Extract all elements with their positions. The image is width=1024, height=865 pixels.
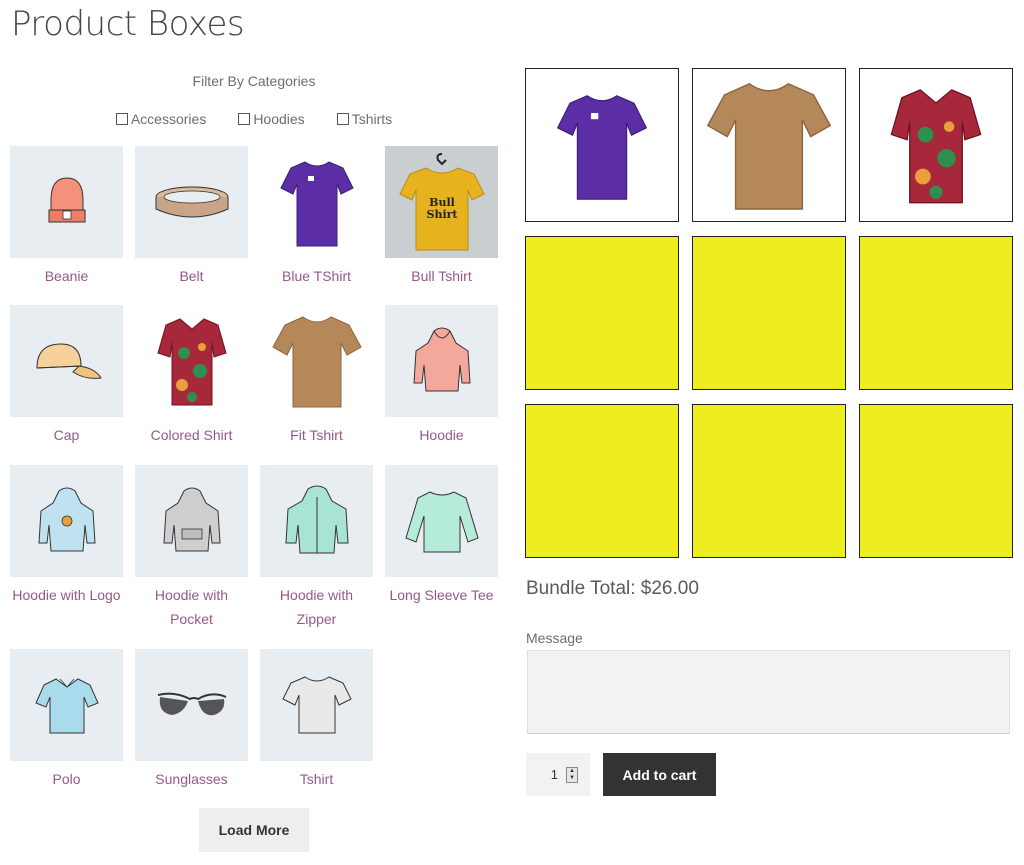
product-card-hoodie-with-pocket[interactable]: Hoodie with Pocket bbox=[135, 465, 248, 631]
box-slot-filled[interactable] bbox=[525, 68, 679, 222]
load-more-button[interactable]: Load More bbox=[199, 808, 309, 852]
quantity-stepper[interactable]: 1 ▲ ▼ bbox=[526, 753, 590, 796]
spin-up-icon[interactable]: ▲ bbox=[567, 768, 577, 775]
product-thumb[interactable] bbox=[260, 305, 373, 417]
product-name[interactable]: Belt bbox=[135, 264, 248, 288]
product-card-hoodie-with-logo[interactable]: Hoodie with Logo bbox=[10, 465, 123, 607]
box-slot-filled[interactable] bbox=[692, 68, 846, 222]
product-card-long-sleeve-tee[interactable]: Long Sleeve Tee bbox=[385, 465, 498, 607]
hoodie-pocket-icon bbox=[162, 487, 221, 552]
tshirt-icon bbox=[281, 676, 352, 734]
product-name[interactable]: Colored Shirt bbox=[135, 423, 248, 447]
product-thumb[interactable] bbox=[260, 146, 373, 258]
box-slot-empty[interactable] bbox=[692, 236, 846, 390]
product-thumb[interactable] bbox=[10, 305, 123, 417]
product-card-hoodie-with-zipper[interactable]: Hoodie with Zipper bbox=[260, 465, 373, 631]
bull-tshirt-image: Bull Shirt bbox=[398, 153, 485, 251]
product-name[interactable]: Beanie bbox=[10, 264, 123, 288]
product-name[interactable]: Hoodie bbox=[385, 423, 498, 447]
product-card-bull-tshirt[interactable]: Bull Shirt Bull Tshirt bbox=[385, 146, 498, 288]
bundle-total: Bundle Total: $26.00 bbox=[526, 578, 699, 599]
message-textarea[interactable] bbox=[527, 650, 1010, 734]
product-card-belt[interactable]: Belt bbox=[135, 146, 248, 288]
checkbox-tshirts[interactable] bbox=[336, 113, 349, 125]
filter-hoodies[interactable]: Hoodies bbox=[238, 111, 305, 127]
product-name[interactable]: Hoodie with Pocket bbox=[135, 583, 248, 631]
product-thumb[interactable] bbox=[385, 465, 498, 577]
box-slot-empty[interactable] bbox=[859, 404, 1013, 558]
sunglasses-icon bbox=[157, 692, 226, 716]
long-sleeve-icon bbox=[404, 491, 479, 553]
category-filter: Accessories Hoodies Tshirts bbox=[10, 111, 498, 127]
product-thumb[interactable]: Bull Shirt bbox=[385, 146, 498, 258]
fit-tshirt-image bbox=[706, 82, 832, 210]
add-to-cart-button[interactable]: Add to cart bbox=[603, 753, 716, 796]
belt-icon bbox=[155, 186, 228, 218]
filter-title: Filter By Categories bbox=[192, 73, 316, 89]
product-card-beanie[interactable]: Beanie bbox=[10, 146, 123, 288]
product-name[interactable]: Polo bbox=[10, 767, 123, 791]
product-name[interactable]: Bull Tshirt bbox=[385, 264, 498, 288]
product-card-polo[interactable]: Polo bbox=[10, 649, 123, 791]
spin-buttons[interactable]: ▲ ▼ bbox=[566, 766, 578, 783]
product-card-hoodie[interactable]: Hoodie bbox=[385, 305, 498, 447]
product-name[interactable]: Long Sleeve Tee bbox=[385, 583, 498, 607]
filter-tshirts-label: Tshirts bbox=[351, 111, 393, 127]
filter-accessories[interactable]: Accessories bbox=[115, 111, 207, 127]
blue-tshirt-image bbox=[556, 95, 648, 200]
spin-down-icon[interactable]: ▼ bbox=[567, 775, 577, 782]
product-name[interactable]: Blue TShirt bbox=[260, 264, 373, 288]
filter-tshirts[interactable]: Tshirts bbox=[336, 111, 393, 127]
product-thumb[interactable] bbox=[260, 649, 373, 761]
product-thumb[interactable] bbox=[10, 649, 123, 761]
product-name[interactable]: Hoodie with Zipper bbox=[260, 583, 373, 631]
hoodie-icon bbox=[412, 327, 471, 392]
product-name[interactable]: Fit Tshirt bbox=[260, 423, 373, 447]
box-slot-empty[interactable] bbox=[525, 404, 679, 558]
product-name[interactable]: Sunglasses bbox=[135, 767, 248, 791]
product-thumb[interactable] bbox=[10, 465, 123, 577]
product-thumb[interactable] bbox=[135, 465, 248, 577]
checkbox-accessories[interactable] bbox=[115, 113, 128, 125]
box-slot-filled[interactable] bbox=[859, 68, 1013, 222]
product-card-colored-shirt[interactable]: Colored Shirt bbox=[135, 305, 248, 447]
filter-hoodies-label: Hoodies bbox=[253, 111, 305, 127]
product-card-blue-tshirt[interactable]: Blue TShirt bbox=[260, 146, 373, 288]
product-thumb[interactable] bbox=[135, 649, 248, 761]
product-card-fit-tshirt[interactable]: Fit Tshirt bbox=[260, 305, 373, 447]
polo-icon bbox=[34, 678, 99, 734]
box-slot-empty[interactable] bbox=[859, 236, 1013, 390]
hoodie-logo-icon bbox=[37, 487, 96, 552]
product-thumb[interactable] bbox=[10, 146, 123, 258]
box-slot-empty[interactable] bbox=[692, 404, 846, 558]
blue-tshirt-image bbox=[279, 161, 354, 247]
fit-tshirt-image bbox=[271, 316, 362, 408]
product-card-sunglasses[interactable]: Sunglasses bbox=[135, 649, 248, 791]
product-card-tshirt[interactable]: Tshirt bbox=[260, 649, 373, 791]
box-slot-empty[interactable] bbox=[525, 236, 679, 390]
colored-shirt-image bbox=[156, 318, 227, 406]
bull-shirt-print: Shirt bbox=[426, 208, 458, 221]
product-thumb[interactable] bbox=[135, 146, 248, 258]
message-label: Message bbox=[526, 630, 583, 646]
product-thumb[interactable] bbox=[385, 305, 498, 417]
quantity-value[interactable]: 1 bbox=[551, 767, 558, 782]
product-name[interactable]: Tshirt bbox=[260, 767, 373, 791]
hoodie-zipper-icon bbox=[284, 485, 349, 554]
beanie-icon bbox=[48, 177, 85, 223]
filter-accessories-label: Accessories bbox=[130, 111, 207, 127]
checkbox-hoodies[interactable] bbox=[238, 113, 251, 125]
product-thumb[interactable] bbox=[260, 465, 373, 577]
colored-shirt-image bbox=[890, 89, 982, 204]
product-name[interactable]: Hoodie with Logo bbox=[10, 583, 123, 607]
cap-icon bbox=[35, 343, 102, 379]
product-name[interactable]: Cap bbox=[10, 423, 123, 447]
page-title: Product Boxes bbox=[11, 4, 245, 44]
product-card-cap[interactable]: Cap bbox=[10, 305, 123, 447]
product-thumb[interactable] bbox=[135, 305, 248, 417]
